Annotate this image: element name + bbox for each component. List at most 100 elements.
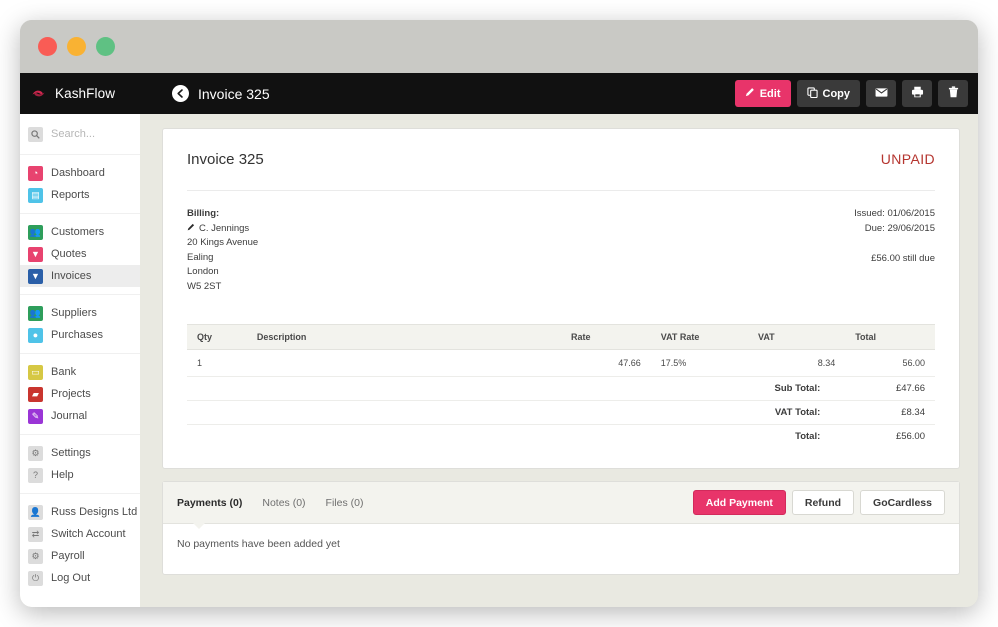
payments-header: Payments (0) Notes (0) Files (0) Add Pay… (163, 482, 959, 524)
brand[interactable]: KashFlow (20, 85, 140, 102)
billing-block: Billing: C. Jennings 20 Kings Avenue Eal… (187, 207, 258, 294)
sidebar-item-label: Purchases (51, 329, 103, 341)
issued-date: Issued: 01/06/2015 (854, 207, 935, 222)
pencil-icon[interactable] (187, 222, 195, 237)
sidebar-item-label: Suppliers (51, 307, 97, 319)
suppliers-icon: 👥 (28, 306, 43, 321)
sidebar-item-settings[interactable]: ⚙ Settings (20, 442, 140, 464)
gocardless-button[interactable]: GoCardless (860, 490, 945, 515)
sidebar-item-label: Log Out (51, 572, 90, 584)
sub-total-value: £47.66 (830, 377, 935, 401)
window-titlebar (20, 20, 978, 73)
close-window-button[interactable] (38, 37, 57, 56)
invoice-dates: Issued: 01/06/2015 Due: 29/06/2015 £56.0… (854, 207, 935, 294)
edit-button[interactable]: Edit (735, 80, 791, 107)
sidebar-item-suppliers[interactable]: 👥 Suppliers (20, 302, 140, 324)
sub-total-label: Sub Total: (187, 377, 830, 401)
billing-line: W5 2ST (187, 280, 258, 295)
billing-label: Billing: (187, 207, 258, 222)
purchases-icon: ● (28, 328, 43, 343)
sidebar-item-label: Dashboard (51, 167, 105, 179)
sidebar-item-customers[interactable]: 👥 Customers (20, 221, 140, 243)
due-date: Due: 29/06/2015 (854, 222, 935, 237)
printer-icon (911, 86, 924, 101)
billing-name: C. Jennings (199, 222, 249, 237)
email-button[interactable] (866, 80, 896, 107)
app-topbar: KashFlow Invoice 325 Edit (20, 73, 978, 114)
column-header-qty: Qty (187, 325, 247, 350)
trash-icon (948, 86, 959, 101)
search-placeholder: Search... (51, 128, 95, 140)
grand-total-label: Total: (187, 425, 830, 449)
cell-rate: 47.66 (561, 350, 651, 377)
tab-payments[interactable]: Payments (0) (177, 497, 242, 509)
sidebar-item-payroll[interactable]: ⚙ Payroll (20, 545, 140, 567)
sidebar-item-switch-account[interactable]: ⇄ Switch Account (20, 523, 140, 545)
sidebar-group-5: ⚙ Settings ? Help (20, 435, 140, 494)
table-header-row: Qty Description Rate VAT Rate VAT Total (187, 325, 935, 350)
cell-description (247, 350, 561, 377)
power-icon: ⏻ (28, 571, 43, 586)
column-header-rate: Rate (561, 325, 651, 350)
totals-row: Sub Total: £47.66 (187, 377, 935, 401)
reports-icon: ▤ (28, 188, 43, 203)
invoices-icon: ▼ (28, 269, 43, 284)
customers-icon: 👥 (28, 225, 43, 240)
quotes-icon: ▼ (28, 247, 43, 262)
invoice-meta: Billing: C. Jennings 20 Kings Avenue Eal… (187, 207, 935, 294)
sidebar-item-label: Customers (51, 226, 104, 238)
copy-button[interactable]: Copy (797, 80, 861, 107)
totals-table: Sub Total: £47.66 VAT Total: £8.34 Total… (187, 377, 935, 448)
zoom-window-button[interactable] (96, 37, 115, 56)
column-header-description: Description (247, 325, 561, 350)
switch-account-icon: ⇄ (28, 527, 43, 542)
refund-button[interactable]: Refund (792, 490, 854, 515)
billing-line: London (187, 265, 258, 280)
payroll-icon: ⚙ (28, 549, 43, 564)
sidebar-item-help[interactable]: ? Help (20, 464, 140, 486)
sidebar: Search... ◔ Dashboard ▤ Reports 👥 Custom… (20, 114, 140, 607)
sidebar-item-journal[interactable]: ✎ Journal (20, 405, 140, 427)
payments-card: Payments (0) Notes (0) Files (0) Add Pay… (162, 481, 960, 575)
sidebar-item-reports[interactable]: ▤ Reports (20, 184, 140, 206)
grand-total-value: £56.00 (830, 425, 935, 449)
sidebar-item-purchases[interactable]: ● Purchases (20, 324, 140, 346)
edit-button-label: Edit (760, 88, 781, 100)
sidebar-item-projects[interactable]: ▰ Projects (20, 383, 140, 405)
back-arrow-icon[interactable] (172, 85, 189, 102)
totals-row: VAT Total: £8.34 (187, 401, 935, 425)
sidebar-item-log-out[interactable]: ⏻ Log Out (20, 567, 140, 589)
cell-vat-rate: 17.5% (651, 350, 748, 377)
sidebar-item-account[interactable]: 👤 Russ Designs Ltd (20, 501, 140, 523)
sidebar-item-quotes[interactable]: ▼ Quotes (20, 243, 140, 265)
tab-notes[interactable]: Notes (0) (262, 497, 305, 509)
add-payment-button[interactable]: Add Payment (693, 490, 786, 515)
delete-button[interactable] (938, 80, 968, 107)
tab-files[interactable]: Files (0) (326, 497, 364, 509)
sidebar-item-label: Switch Account (51, 528, 126, 540)
table-row: 1 47.66 17.5% 8.34 56.00 (187, 350, 935, 377)
pencil-icon (745, 87, 755, 100)
user-icon: 👤 (28, 505, 43, 520)
kashflow-swirl-icon (30, 85, 47, 102)
sidebar-item-label: Invoices (51, 270, 91, 282)
column-header-vat-rate: VAT Rate (651, 325, 748, 350)
payments-actions: Add Payment Refund GoCardless (693, 490, 945, 515)
sidebar-item-label: Russ Designs Ltd (51, 506, 137, 518)
envelope-icon (875, 87, 888, 101)
sidebar-item-invoices[interactable]: ▼ Invoices (20, 265, 140, 287)
column-header-total: Total (845, 325, 935, 350)
payments-tabs: Payments (0) Notes (0) Files (0) (177, 497, 363, 509)
search-input[interactable]: Search... (20, 121, 140, 147)
breadcrumb: Invoice 325 (172, 85, 270, 102)
sidebar-item-label: Settings (51, 447, 91, 459)
active-tab-caret-icon (193, 523, 205, 529)
copy-button-label: Copy (823, 88, 851, 100)
sidebar-item-label: Payroll (51, 550, 85, 562)
cell-vat: 8.34 (748, 350, 845, 377)
sidebar-item-dashboard[interactable]: ◔ Dashboard (20, 162, 140, 184)
vat-total-label: VAT Total: (187, 401, 830, 425)
sidebar-item-bank[interactable]: ▭ Bank (20, 361, 140, 383)
print-button[interactable] (902, 80, 932, 107)
minimize-window-button[interactable] (67, 37, 86, 56)
